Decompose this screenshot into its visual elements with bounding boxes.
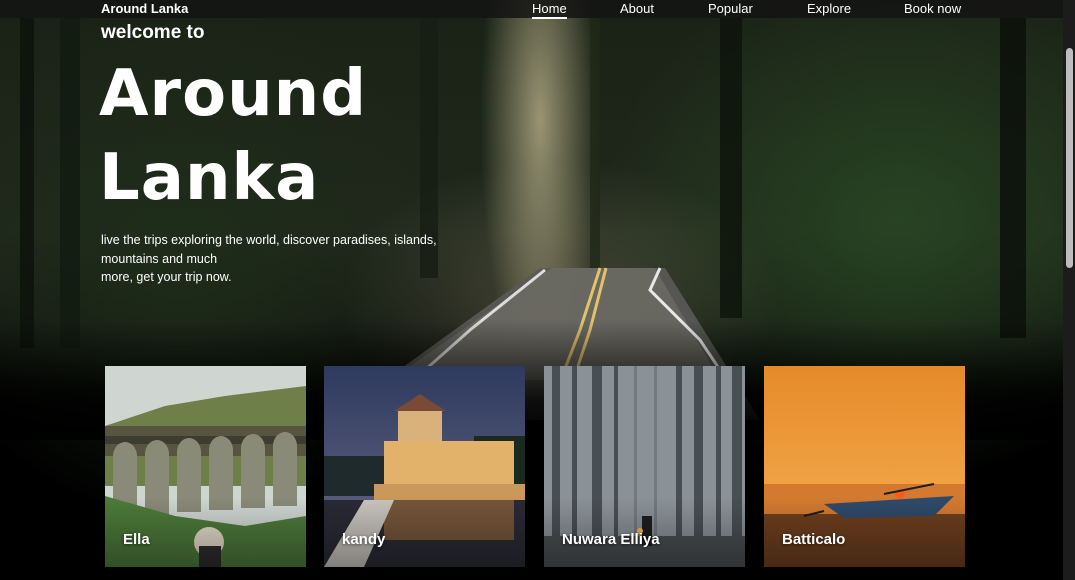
- card-kandy[interactable]: kandy: [324, 366, 525, 567]
- card-nuwara-elliya-label: Nuwara Elliya: [562, 531, 660, 548]
- page-scrollbar[interactable]: [1063, 0, 1075, 580]
- scrollbar-thumb[interactable]: [1066, 48, 1073, 268]
- card-batticalo-label: Batticalo: [782, 531, 846, 548]
- card-ella-label: Ella: [123, 531, 150, 548]
- card-ella[interactable]: Ella: [105, 366, 306, 567]
- card-batticalo[interactable]: Batticalo: [764, 366, 965, 567]
- card-nuwara-elliya[interactable]: Nuwara Elliya: [544, 366, 745, 567]
- card-kandy-label: kandy: [342, 531, 386, 548]
- destination-cards: Ella kandy Nuwara Elliya Batticalo: [0, 0, 1075, 580]
